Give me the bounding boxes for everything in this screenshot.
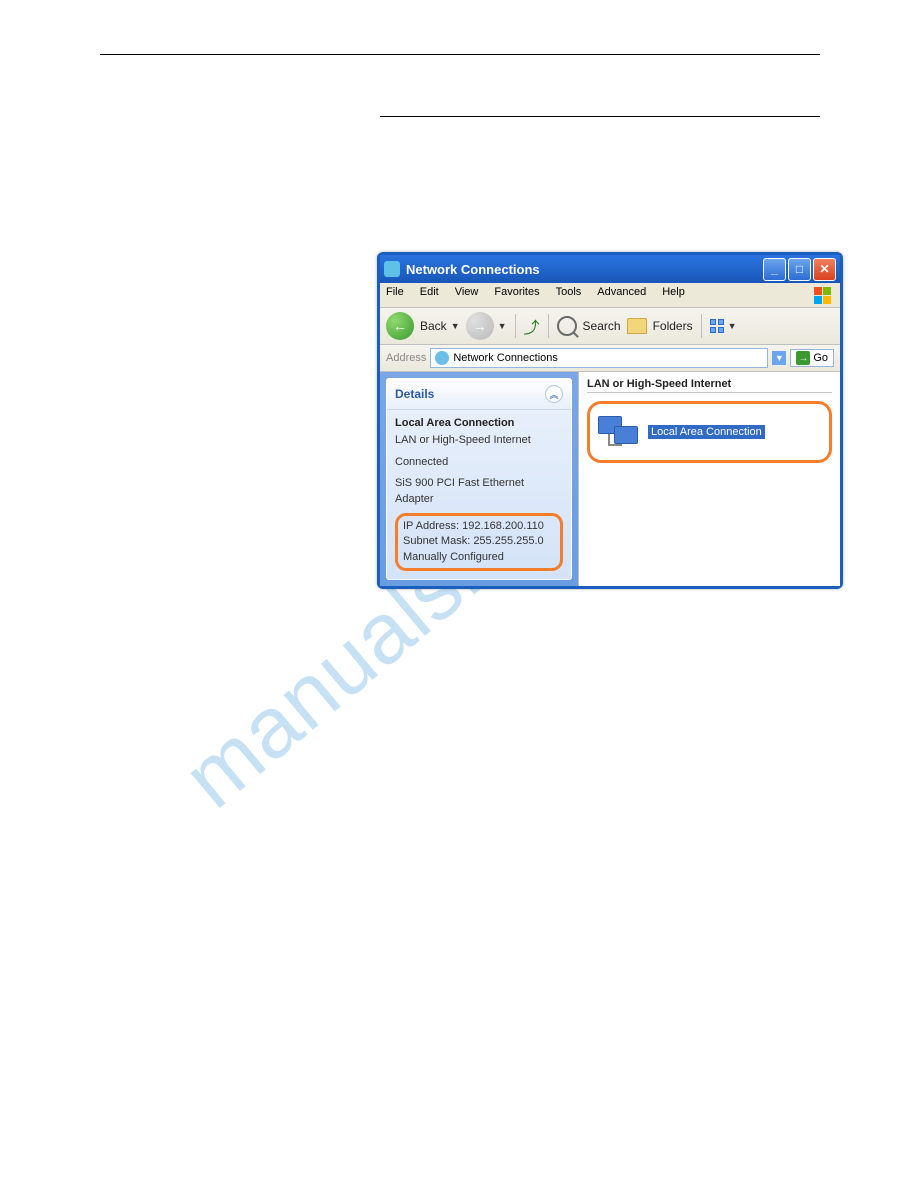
search-icon[interactable]: [557, 316, 577, 336]
network-connections-window: Network Connections _ □ ✕ File Edit View…: [377, 252, 843, 589]
windows-logo-icon: [814, 286, 834, 304]
toolbar: ← Back ▼ → ▼ ⤴ Search Folders ▼: [380, 308, 840, 345]
connections-pane: LAN or High-Speed Internet Local Area Co…: [578, 372, 840, 586]
menu-favorites[interactable]: Favorites: [494, 286, 539, 304]
menu-advanced[interactable]: Advanced: [597, 286, 646, 304]
close-button[interactable]: ✕: [813, 258, 836, 281]
go-label: Go: [813, 352, 828, 364]
up-folder-icon[interactable]: ⤴: [524, 314, 540, 338]
divider-sub: [380, 116, 820, 117]
menu-view[interactable]: View: [455, 286, 479, 304]
connection-item-highlight: Local Area Connection: [587, 401, 832, 463]
menu-help[interactable]: Help: [662, 286, 685, 304]
connection-status: Connected: [395, 455, 563, 470]
back-dropdown-icon[interactable]: ▼: [451, 321, 460, 331]
toolbar-separator: [515, 314, 516, 338]
subnet-mask-line: Subnet Mask: 255.255.255.0: [403, 534, 555, 549]
details-body: Local Area Connection LAN or High-Speed …: [387, 410, 571, 579]
connection-icon[interactable]: [598, 416, 638, 448]
config-mode-line: Manually Configured: [403, 550, 555, 565]
menu-edit[interactable]: Edit: [420, 286, 439, 304]
forward-button[interactable]: →: [466, 312, 494, 340]
ip-info-highlight: IP Address: 192.168.200.110 Subnet Mask:…: [395, 513, 563, 571]
folders-label[interactable]: Folders: [653, 319, 693, 333]
divider-top: [100, 54, 820, 55]
views-dropdown-icon[interactable]: ▼: [728, 321, 737, 331]
details-title: Details: [395, 387, 434, 401]
address-field[interactable]: Network Connections: [430, 348, 768, 368]
address-icon: [435, 351, 449, 365]
adapter-name: SiS 900 PCI Fast Ethernet Adapter: [395, 476, 563, 507]
address-dropdown-icon[interactable]: ▼: [772, 351, 786, 365]
addressbar: Address Network Connections ▼ → Go: [380, 345, 840, 372]
ip-address-line: IP Address: 192.168.200.110: [403, 519, 555, 534]
go-arrow-icon: →: [796, 351, 810, 365]
tasks-pane: Details ︽ Local Area Connection LAN or H…: [380, 372, 578, 586]
connection-type: LAN or High-Speed Internet: [395, 433, 563, 448]
forward-dropdown-icon[interactable]: ▼: [498, 321, 507, 331]
address-label: Address: [386, 352, 426, 364]
menu-tools[interactable]: Tools: [556, 286, 582, 304]
minimize-button[interactable]: _: [763, 258, 786, 281]
go-button[interactable]: → Go: [790, 349, 834, 367]
connection-item-label[interactable]: Local Area Connection: [648, 425, 765, 439]
titlebar[interactable]: Network Connections _ □ ✕: [380, 255, 840, 283]
app-icon: [384, 261, 400, 277]
window-title: Network Connections: [406, 262, 763, 277]
address-value: Network Connections: [453, 352, 558, 364]
connection-name: Local Area Connection: [395, 416, 563, 431]
back-button[interactable]: ←: [386, 312, 414, 340]
collapse-icon[interactable]: ︽: [545, 385, 563, 403]
toolbar-separator: [701, 314, 702, 338]
menu-file[interactable]: File: [386, 286, 404, 304]
search-label[interactable]: Search: [583, 319, 621, 333]
menubar: File Edit View Favorites Tools Advanced …: [380, 283, 840, 308]
toolbar-separator: [548, 314, 549, 338]
details-header[interactable]: Details ︽: [387, 379, 571, 410]
maximize-button[interactable]: □: [788, 258, 811, 281]
views-icon[interactable]: [710, 319, 724, 333]
folders-icon[interactable]: [627, 318, 647, 334]
details-panel: Details ︽ Local Area Connection LAN or H…: [386, 378, 572, 580]
content-area: Details ︽ Local Area Connection LAN or H…: [380, 372, 840, 586]
section-header: LAN or High-Speed Internet: [587, 376, 832, 393]
back-label[interactable]: Back: [420, 319, 447, 333]
